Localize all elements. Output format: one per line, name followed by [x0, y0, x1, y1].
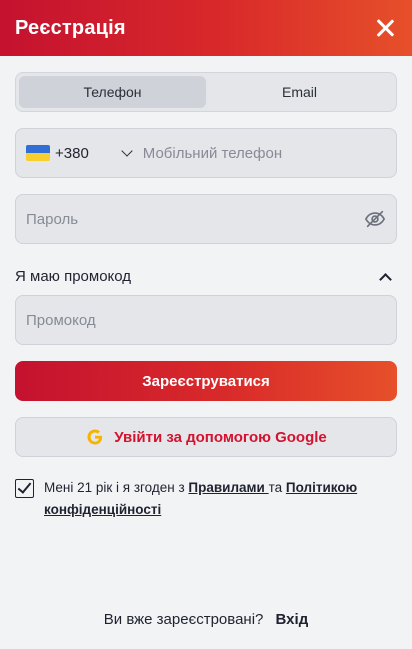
rules-link[interactable]: Правилами — [188, 480, 268, 495]
promo-input[interactable] — [26, 311, 386, 329]
google-login-button[interactable]: Увійти за допомогою Google — [15, 417, 397, 457]
terms-text: Мені 21 рік і я згоден з Правилами та По… — [44, 477, 397, 521]
terms-agreement: Мені 21 рік і я згоден з Правилами та По… — [15, 477, 397, 521]
phone-input[interactable] — [142, 144, 386, 162]
register-button[interactable]: Зареєструватися — [15, 361, 397, 401]
eye-off-icon[interactable] — [364, 208, 386, 230]
registration-form: Телефон Email +380 Я маю промокод Зареєс… — [0, 56, 412, 521]
already-registered-text: Ви вже зареєстровані? — [103, 611, 264, 628]
ukraine-flag-icon[interactable] — [26, 145, 50, 161]
phone-field: +380 — [15, 128, 397, 178]
password-input[interactable] — [26, 210, 364, 228]
google-icon — [87, 429, 103, 445]
country-code[interactable]: +380 — [55, 145, 89, 162]
tab-phone[interactable]: Телефон — [19, 76, 206, 108]
login-prompt: Ви вже зареєстровані? Вхід — [0, 611, 412, 628]
page-title: Реєстрація — [15, 16, 126, 39]
promo-toggle-label: Я маю промокод — [15, 268, 132, 285]
terms-prefix: Мені 21 рік і я згоден з — [44, 480, 189, 495]
terms-checkbox[interactable] — [15, 479, 34, 498]
promo-toggle[interactable]: Я маю промокод — [15, 268, 397, 286]
chevron-up-icon[interactable] — [379, 272, 392, 286]
close-icon[interactable] — [374, 17, 396, 39]
terms-middle: та — [268, 480, 286, 495]
promo-field — [15, 295, 397, 345]
registration-method-tabs: Телефон Email — [15, 72, 397, 112]
tab-email[interactable]: Email — [206, 76, 393, 108]
header: Реєстрація — [0, 0, 412, 56]
chevron-down-icon[interactable] — [121, 145, 133, 157]
login-link[interactable]: Вхід — [276, 611, 309, 628]
google-button-label: Увійти за допомогою Google — [114, 428, 327, 446]
password-field — [15, 194, 397, 244]
